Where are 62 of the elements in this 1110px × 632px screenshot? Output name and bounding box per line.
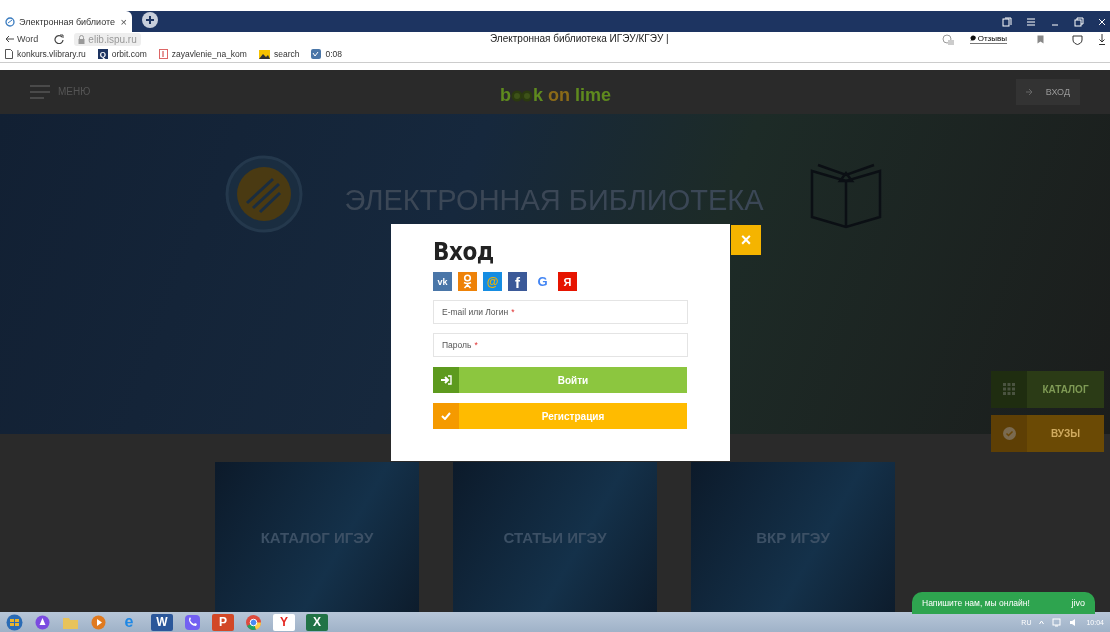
password-field[interactable]: Пароль * xyxy=(433,333,688,357)
browser-tab[interactable]: Электронная библиоте × xyxy=(0,11,132,32)
phone-app-icon[interactable] xyxy=(184,613,201,631)
vk-login-button[interactable]: vk xyxy=(433,272,452,291)
back-arrow-icon xyxy=(5,35,15,43)
site-icon xyxy=(5,16,15,27)
sign-in-icon xyxy=(1025,87,1034,96)
bookmark-icon[interactable] xyxy=(1037,34,1044,44)
universities-button[interactable]: ВУЗЫ xyxy=(991,414,1104,452)
reload-icon[interactable] xyxy=(54,34,65,44)
close-icon[interactable] xyxy=(1098,16,1106,27)
site-logo[interactable]: b k on lime xyxy=(500,85,612,106)
bookmark-link[interactable]: search xyxy=(258,49,300,59)
tab-close-button[interactable]: × xyxy=(120,15,127,28)
download-icon[interactable] xyxy=(1099,33,1105,45)
grid-icon xyxy=(1003,383,1015,396)
address-field[interactable]: elib.ispu.ru xyxy=(74,32,141,46)
double-circle-icon xyxy=(511,88,533,103)
new-tab-icon[interactable] xyxy=(142,12,158,28)
reviews-button[interactable]: Отзывы xyxy=(969,34,1007,44)
sign-in-icon xyxy=(440,375,452,385)
collections-icon[interactable] xyxy=(1002,16,1012,27)
chat-brand: jivo xyxy=(1071,598,1085,608)
hamburger-icon xyxy=(30,84,50,99)
document-icon xyxy=(158,49,168,59)
chat-prompt: Напишите нам, мы онлайн! xyxy=(922,598,1030,608)
media-player-icon[interactable] xyxy=(90,613,107,631)
bookmark-link[interactable]: konkurs.vlibrary.ru xyxy=(5,49,86,59)
bookmark-link[interactable]: zayavlenie_na_kom xyxy=(158,49,247,59)
y-browser-icon[interactable]: Y xyxy=(273,613,295,631)
dialog-title: Вход xyxy=(433,238,495,266)
ok-login-button[interactable] xyxy=(458,272,477,291)
spreadsheet-icon[interactable]: X xyxy=(306,613,328,631)
browser-icon[interactable] xyxy=(245,613,262,631)
yandex-login-button[interactable]: Я xyxy=(558,272,577,291)
facebook-login-button[interactable]: f xyxy=(508,272,527,291)
shield-icon[interactable] xyxy=(1072,33,1083,45)
bookmark-link[interactable]: 0:08 xyxy=(311,49,342,59)
q-logo-icon: Q xyxy=(97,49,108,59)
catalog-button[interactable]: КАТАЛОГ xyxy=(991,370,1104,408)
chat-widget[interactable]: Напишите нам, мы онлайн! jivo xyxy=(912,592,1095,614)
restore-icon[interactable] xyxy=(1074,16,1084,27)
page-title: Электронная библиотека ИГЭУ/КГЭУ | xyxy=(490,33,669,44)
bookmark-link[interactable]: Q orbit.com xyxy=(97,49,147,59)
checkmark-icon xyxy=(441,412,451,420)
tab-title: Электронная библиоте xyxy=(19,16,115,27)
required-mark: * xyxy=(474,340,478,350)
menu-icon[interactable] xyxy=(1026,16,1036,27)
presentation-icon[interactable]: P xyxy=(212,613,234,631)
image-icon xyxy=(258,49,270,59)
word-icon[interactable]: W xyxy=(151,613,173,631)
login-link[interactable]: ВХОД xyxy=(1015,78,1080,105)
speech-bubble-icon xyxy=(969,35,977,42)
required-mark: * xyxy=(511,307,515,317)
page-icon xyxy=(5,49,13,59)
back-button[interactable]: Word xyxy=(5,34,39,44)
lock-icon xyxy=(78,34,86,44)
start-button[interactable] xyxy=(6,613,23,631)
login-field[interactable]: E-mail или Логин * xyxy=(433,300,688,324)
check-circle-icon xyxy=(1002,426,1016,440)
round-emblem-icon xyxy=(224,154,303,233)
assistant-icon[interactable] xyxy=(34,613,51,631)
